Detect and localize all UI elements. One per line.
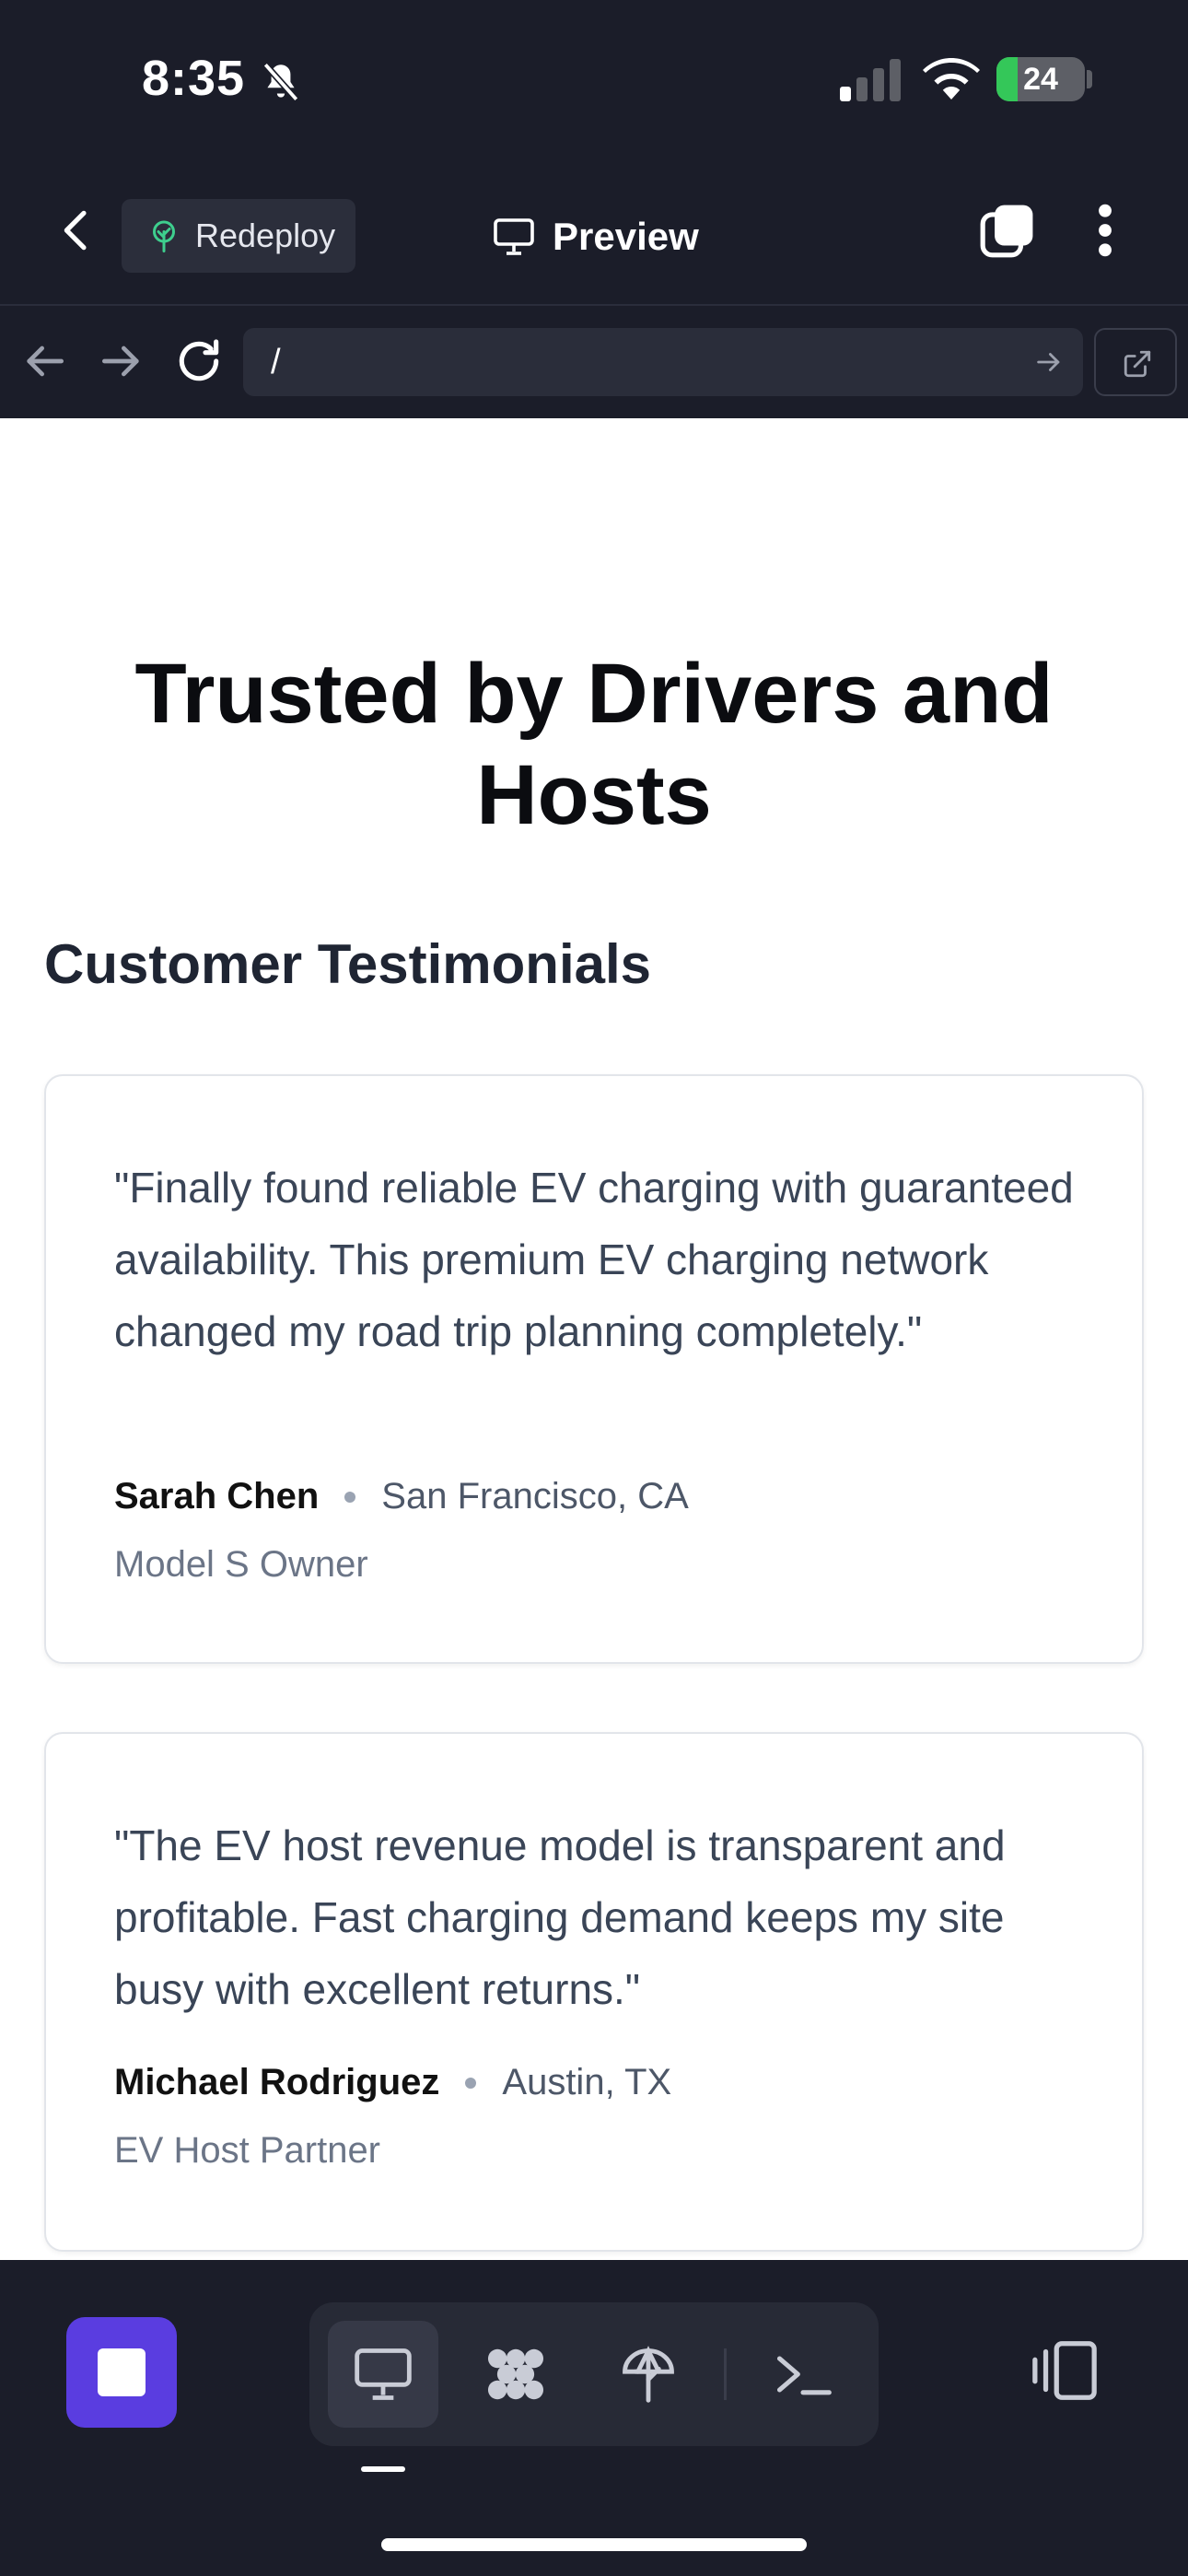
monitor-icon [494,218,534,255]
dots-grid-icon [487,2348,544,2400]
testimonial-quote: "The EV host revenue model is transparen… [114,1821,1006,2013]
stop-icon [98,2348,146,2396]
url-text: / [271,343,281,381]
testimonial-author: Michael Rodriguez Austin, TX [114,2062,671,2103]
battery-charging-icon: 24 [996,57,1085,101]
separator-dot [344,1491,356,1503]
hero-title: Trusted by Drivers and Hosts [134,647,1054,842]
reload-icon[interactable] [173,335,225,387]
active-view-indicator [361,2466,405,2472]
deploy-view-button[interactable] [593,2321,704,2428]
more-vertical-icon[interactable] [1083,201,1127,260]
author-name: Michael Rodriguez [114,2062,440,2102]
author-role: EV Host Partner [114,2130,381,2171]
deploy-icon [623,2346,674,2403]
tree-icon [153,220,175,252]
preview-title[interactable]: Preview [492,205,699,269]
status-bar: 8:35 24 [0,0,1188,157]
layout-toggle-icon[interactable] [1030,2337,1100,2404]
testimonial-quote: "Finally found reliable EV charging with… [114,1164,1074,1355]
preview-view-button[interactable] [328,2321,438,2428]
status-time: 8:35 [142,51,246,106]
forward-icon[interactable] [96,335,147,387]
stop-button[interactable] [66,2317,177,2428]
url-bar: / [0,308,1188,418]
external-link-icon [1124,350,1151,378]
terminal-view-button[interactable] [748,2321,858,2428]
author-location: San Francisco, CA [381,1476,689,1516]
app-bar: Redeploy Preview [0,157,1188,306]
go-arrow-icon[interactable] [1033,346,1065,378]
preview-label: Preview [553,215,699,258]
bell-slash-icon [262,62,299,102]
monitor-icon [355,2348,412,2400]
terminal-icon [776,2356,832,2395]
battery-level: 24 [1023,62,1058,97]
bottom-toolbar [0,2260,1188,2576]
battery-tip [1087,70,1092,88]
workflow-view-button[interactable] [460,2321,571,2428]
wifi-icon [923,58,980,100]
url-input[interactable]: / [243,328,1083,396]
testimonial-card: "The EV host revenue model is transparen… [44,1732,1144,2252]
testimonial-card: "Finally found reliable EV charging with… [44,1074,1144,1664]
signal-icon [840,59,901,101]
redeploy-button[interactable]: Redeploy [122,199,355,273]
toolbar-divider [724,2348,727,2400]
separator-dot [465,2077,477,2089]
tabs-icon[interactable] [978,203,1035,260]
web-preview: Trusted by Drivers and Hosts Customer Te… [0,418,1188,2260]
redeploy-label: Redeploy [195,217,336,254]
home-indicator [381,2538,807,2551]
author-name: Sarah Chen [114,1476,320,1516]
author-location: Austin, TX [502,2062,672,2102]
back-arrow-icon[interactable] [52,205,103,256]
back-icon[interactable] [18,335,70,387]
author-role: Model S Owner [114,1544,368,1585]
testimonial-author: Sarah Chen San Francisco, CA [114,1476,689,1517]
view-switcher [309,2302,879,2446]
open-external-button[interactable] [1094,328,1177,396]
section-title: Customer Testimonials [44,933,652,995]
